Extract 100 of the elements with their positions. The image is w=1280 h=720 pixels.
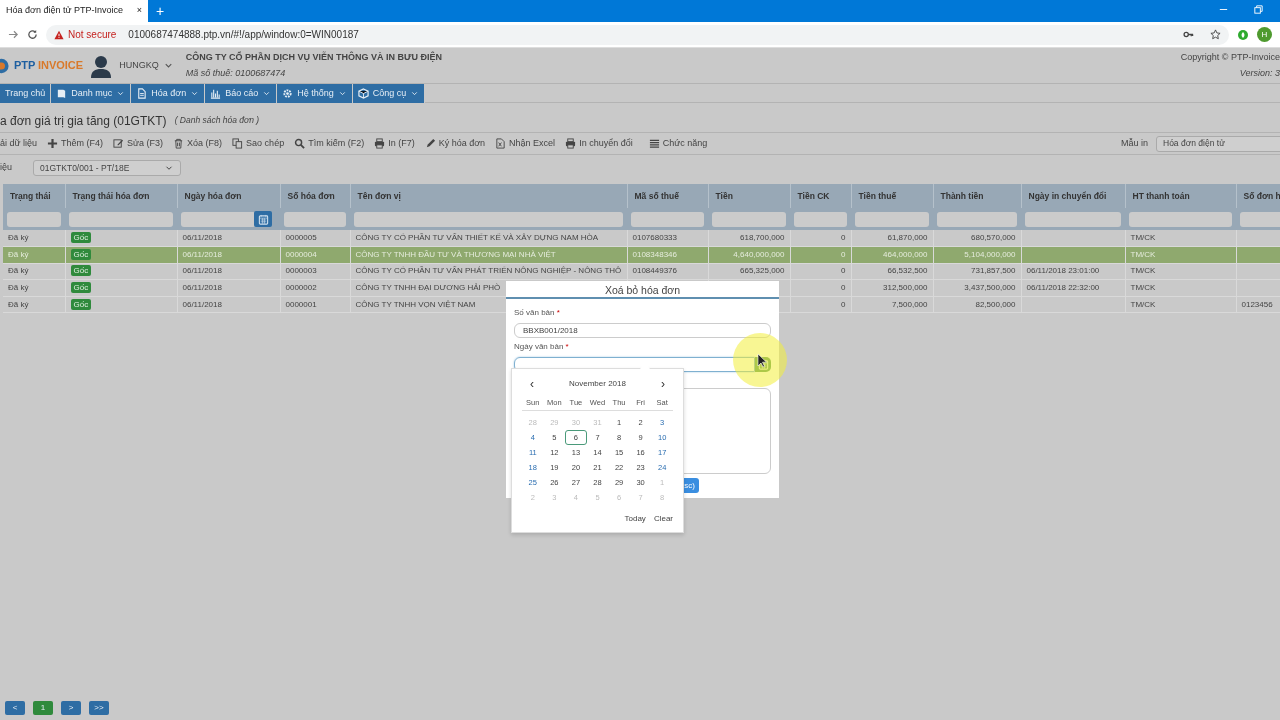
- filter-field[interactable]: [7, 211, 61, 227]
- document-icon: [136, 88, 148, 99]
- filter-field[interactable]: [181, 211, 256, 227]
- table-cell: Đã ký: [3, 230, 65, 247]
- calendar-icon: [757, 359, 769, 370]
- toolbar-button[interactable]: ải dữ liệu: [0, 136, 43, 151]
- toolbar-button[interactable]: Sao chép: [227, 136, 290, 151]
- column-header[interactable]: Ngày in chuyển đổi: [1021, 184, 1125, 208]
- page-button[interactable]: <: [5, 701, 25, 715]
- column-header[interactable]: Trạng thái: [3, 184, 65, 208]
- brand-logo: PTP INVOICE: [14, 58, 84, 74]
- column-header[interactable]: Trạng thái hóa đơn: [65, 184, 177, 208]
- toolbar-button[interactable]: Xóa (F8): [168, 136, 228, 151]
- table-cell: 0: [790, 279, 851, 297]
- forward-arrow-icon[interactable]: [8, 29, 19, 40]
- table-cell: 731,857,500: [933, 263, 1021, 280]
- table-cell: CÔNG TY CỔ PHẦN TƯ VẤN THIẾT KẾ VÀ XÂY DỰNG NAM HÒA: [350, 230, 627, 247]
- field-label: Mẫu in: [1121, 136, 1148, 150]
- page-button[interactable]: >>: [89, 701, 109, 715]
- table-cell: 06/11/2018: [177, 263, 280, 280]
- column-header[interactable]: Số đơn h: [1236, 184, 1280, 208]
- template-select[interactable]: Hóa đơn điện tử: [1156, 135, 1280, 152]
- toolbar-button[interactable]: Sửa (F3): [108, 136, 169, 151]
- table-cell: 3,437,500,000: [933, 279, 1021, 297]
- copy-icon: [232, 138, 244, 149]
- column-header[interactable]: Số hóa đơn: [280, 184, 350, 208]
- filter-field[interactable]: [69, 211, 173, 227]
- table-cell: Đã ký: [3, 279, 65, 297]
- menu-button[interactable]: Trang chủ: [0, 84, 52, 103]
- menu-button[interactable]: Báo cáo: [205, 84, 278, 103]
- menu-button[interactable]: Hệ thống: [277, 84, 353, 103]
- address-bar[interactable]: Not secure 0100687474888.ptp.vn/#!/app/window:0=WIN00187: [46, 24, 1229, 45]
- extension-icon: [1237, 28, 1249, 41]
- tab-title: Hóa đơn điện tử PTP-Invoice: [6, 4, 123, 18]
- close-icon[interactable]: ×: [136, 4, 142, 18]
- series-select[interactable]: 01GTKT0/001 - PT/18E: [33, 160, 181, 176]
- toolbar-button[interactable]: In chuyển đổi: [560, 136, 638, 151]
- previous-month-button[interactable]: ‹: [530, 375, 534, 393]
- filter-field[interactable]: [855, 211, 929, 227]
- calendar-button[interactable]: Clear: [653, 513, 673, 525]
- filter-field[interactable]: [354, 211, 623, 227]
- browser-tab[interactable]: Hóa đơn điện tử PTP-Invoice ×: [0, 0, 148, 22]
- status-badge: Gốc: [70, 265, 92, 277]
- table-cell: 06/11/2018: [177, 296, 280, 313]
- tax-id: Mã số thuế: 0100687474: [185, 67, 287, 80]
- table-row[interactable]: Đã ký Gốc 06/11/2018 0000003 CÔNG TY CỔ PHẦN TƯ VẤN PHÁT TRIỂN NÔNG NGHIỆP - NÔNG THÔ 0108449376 665,325,000 0 66,532,500 731,857,500 06/11/2018 23:01:00 TM/CK: [3, 263, 1280, 280]
- edit-icon: [113, 138, 125, 149]
- column-header[interactable]: Tiền thuế: [851, 184, 933, 208]
- input-field[interactable]: BBXB001/2018: [514, 323, 771, 338]
- toolbar-button[interactable]: Thêm (F4): [42, 136, 109, 151]
- filter-field[interactable]: [631, 211, 704, 227]
- table-row[interactable]: Đã ký Gốc 06/11/2018 0000005 CÔNG TY CỔ PHẦN TƯ VẤN THIẾT KẾ VÀ XÂY DỰNG NAM HÒA 0107680333 618,700,000 0 61,870,000 680,570,000 TM/CK: [3, 230, 1280, 247]
- table-cell: 61,870,000: [851, 230, 933, 247]
- pen-icon: [424, 138, 436, 149]
- table-cell: 06/11/2018: [177, 279, 280, 297]
- toolbar-button[interactable]: Chức năng: [643, 136, 713, 151]
- filter-field[interactable]: [284, 211, 346, 227]
- filter-field[interactable]: [1025, 211, 1121, 227]
- filter-field[interactable]: [1129, 211, 1232, 227]
- spreadsheet-icon: [495, 138, 507, 149]
- table-cell: TM/CK: [1125, 279, 1236, 297]
- column-header[interactable]: Mã số thuế: [627, 184, 708, 208]
- toolbar-button[interactable]: Nhận Excel: [490, 136, 561, 151]
- profile-avatar[interactable]: H: [1257, 27, 1272, 42]
- menu-button[interactable]: Công cụ: [352, 84, 426, 103]
- table-cell: TM/CK: [1125, 263, 1236, 280]
- printer-icon: [374, 138, 386, 149]
- column-header[interactable]: HT thanh toán: [1125, 184, 1236, 208]
- page-button[interactable]: 1: [33, 701, 53, 715]
- url-text: 0100687474888.ptp.vn/#!/app/window:0=WIN00187: [128, 28, 359, 42]
- table-cell: 0: [790, 296, 851, 313]
- star-icon: [1210, 29, 1221, 40]
- dialog-title: Xoá bỏ hóa đơn: [506, 281, 779, 299]
- table-cell: 82,500,000: [933, 296, 1021, 313]
- toolbar-button[interactable]: Tìm kiếm (F2): [289, 136, 370, 151]
- filter-field[interactable]: [794, 211, 847, 227]
- restore-icon[interactable]: [1253, 3, 1264, 15]
- filter-field[interactable]: [712, 211, 786, 227]
- menu-button[interactable]: Hóa đơn: [131, 84, 206, 103]
- filter-field[interactable]: [1240, 211, 1280, 227]
- field-label: Ngày văn bản *: [514, 341, 570, 353]
- next-month-button[interactable]: ›: [661, 375, 665, 393]
- toolbar-button[interactable]: In (F7): [369, 136, 420, 151]
- menu-button[interactable]: Danh mục: [51, 84, 132, 103]
- table-cell: 0123456: [1236, 296, 1280, 313]
- toolbar-button[interactable]: Ký hóa đơn: [419, 136, 491, 151]
- reload-icon[interactable]: [27, 29, 38, 40]
- new-tab-button[interactable]: +: [156, 4, 165, 18]
- column-header[interactable]: Tiền CK: [790, 184, 851, 208]
- search-icon: [294, 138, 306, 149]
- column-header[interactable]: Tiền: [708, 184, 790, 208]
- page-button[interactable]: >: [61, 701, 81, 715]
- column-header[interactable]: Thành tiền: [933, 184, 1021, 208]
- column-header[interactable]: Ngày hóa đơn: [177, 184, 280, 208]
- table-cell: 66,532,500: [851, 263, 933, 280]
- table-row[interactable]: Đã ký Gốc 06/11/2018 0000004 CÔNG TY TNHH ĐẦU TƯ VÀ THƯƠNG MẠI NHÀ VIỆT 0108348346 4,640,000,000 0 464,000,000 5,104,000,000 TM/CK: [3, 246, 1280, 264]
- filter-field[interactable]: [937, 211, 1017, 227]
- user-menu[interactable]: HUNGKQ: [119, 58, 174, 73]
- calendar-button[interactable]: Today: [624, 513, 646, 525]
- column-header[interactable]: Tên đơn vị: [350, 184, 627, 208]
